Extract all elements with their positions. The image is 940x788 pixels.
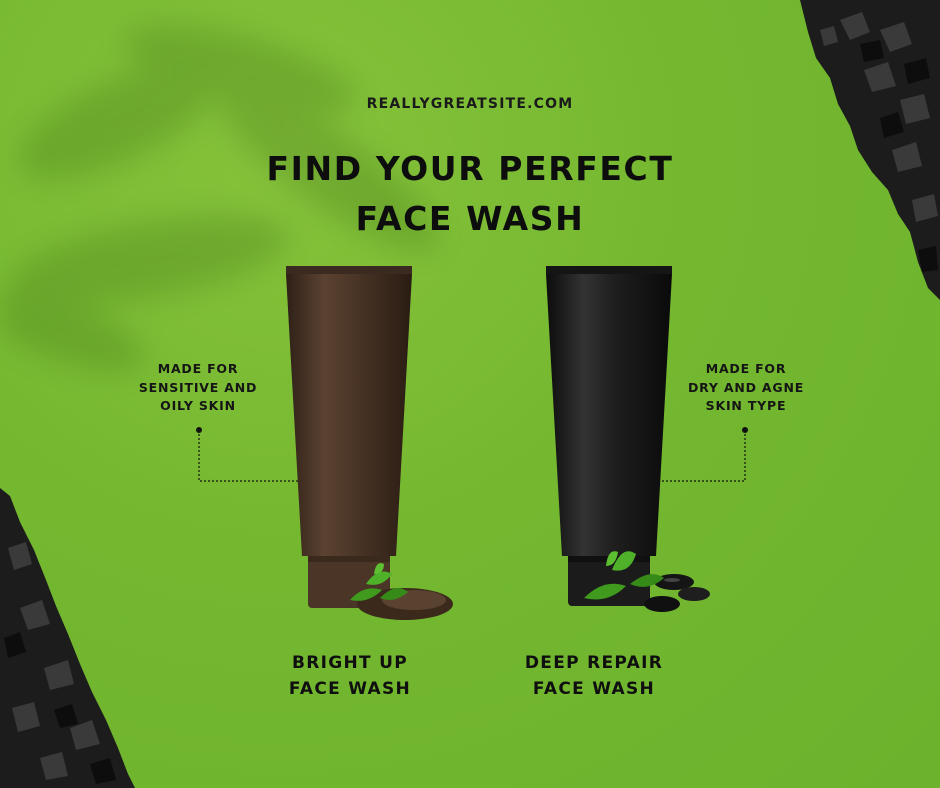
charcoal-chunk-icon xyxy=(0,488,135,788)
connector-dot-left xyxy=(196,427,202,433)
callout-right-line-3: SKIN TYPE xyxy=(705,398,787,413)
headline: FIND YOUR PERFECT FACE WASH xyxy=(0,144,940,244)
product-name-bright-up: BRIGHT UP FACE WASH xyxy=(250,650,450,702)
headline-line-1: FIND YOUR PERFECT xyxy=(266,149,674,188)
product-name-bright-up-line-2: FACE WASH xyxy=(288,679,412,699)
black-stones-icon xyxy=(584,551,710,612)
callout-left-line-3: OILY SKIN xyxy=(160,398,236,413)
callout-right-line-1: MADE FOR xyxy=(705,361,787,376)
callout-left-line-2: SENSITIVE AND xyxy=(138,379,258,395)
site-url[interactable]: REALLYGREATSITE.COM xyxy=(0,96,940,112)
product-name-bright-up-line-1: BRIGHT UP xyxy=(291,653,409,673)
ad-canvas: REALLYGREATSITE.COM FIND YOUR PERFECT FA… xyxy=(0,0,940,788)
deep-repair-tube-body xyxy=(546,274,672,556)
callout-left: MADE FOR SENSITIVE AND OILY SKIN xyxy=(128,360,268,416)
callout-right-line-2: DRY AND AGNE xyxy=(687,379,805,395)
callout-left-line-1: MADE FOR xyxy=(157,361,239,376)
connector-dot-right xyxy=(742,427,748,433)
product-name-deep-repair-line-1: DEEP REPAIR xyxy=(524,653,664,673)
headline-line-2: FACE WASH xyxy=(355,199,585,238)
product-name-deep-repair: DEEP REPAIR FACE WASH xyxy=(494,650,694,702)
callout-right: MADE FOR DRY AND AGNE SKIN TYPE xyxy=(676,360,816,416)
product-name-deep-repair-line-2: FACE WASH xyxy=(532,679,656,699)
tea-leaves-icon xyxy=(350,563,453,620)
bright-up-tube-body xyxy=(286,274,412,556)
